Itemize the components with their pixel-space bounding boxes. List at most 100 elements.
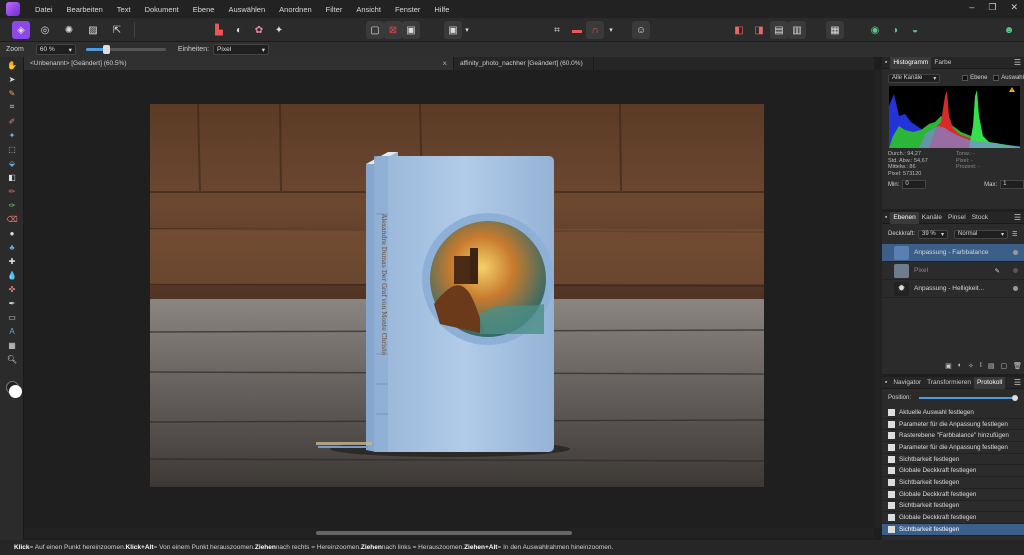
levels-icon[interactable]: ▙ (210, 21, 228, 39)
crop-tool-icon[interactable]: ⌗ (3, 101, 21, 113)
history-item[interactable]: Globale Deckkraft festlegen (882, 465, 1024, 478)
marquee-tool-icon[interactable]: ⬚ (3, 143, 21, 155)
blend-mode-select[interactable]: Normal ▾ (954, 229, 1009, 239)
photo-book-on-wood[interactable]: Alexandre Dumas Der Graf von Monte Chris… (150, 104, 764, 487)
panel-menu-icon[interactable]: ☰ (1014, 58, 1021, 67)
layer-checkbox[interactable] (962, 75, 969, 81)
history-item[interactable]: Parameter für die Anpassung festlegen (882, 442, 1024, 454)
panel-grip-icon[interactable]: ▪ (882, 212, 890, 224)
liquify-persona-icon[interactable]: ◎ (36, 21, 54, 39)
mesh-warp-tool-icon[interactable]: ▦ (3, 339, 21, 351)
menu-hilfe[interactable]: Hilfe (427, 5, 456, 14)
panel-grip-icon[interactable]: ▪ (882, 57, 890, 69)
color-replacement-tool-icon[interactable]: ✑ (3, 199, 21, 211)
tab-history[interactable]: Protokoll (973, 376, 1006, 389)
group-layer-icon[interactable]: ▤ (988, 362, 995, 372)
menu-fenster[interactable]: Fenster (388, 5, 427, 14)
maximize-button[interactable]: ❐ (988, 2, 996, 13)
curves-icon[interactable]: ◐ (230, 21, 248, 39)
selection-brush-tool-icon[interactable]: ✐ (3, 115, 21, 127)
color-wheel-icon[interactable]: ✿ (250, 21, 268, 39)
tab-navigator[interactable]: Navigator (890, 377, 924, 389)
blur-brush-tool-icon[interactable]: 💧 (3, 269, 21, 281)
tab-histogram[interactable]: Histogramm (890, 56, 932, 69)
menu-text[interactable]: Text (110, 5, 138, 14)
pen-tool-icon[interactable]: ✒ (3, 297, 21, 309)
document-canvas[interactable]: Alexandre Dumas Der Graf von Monte Chris… (24, 70, 874, 528)
menu-bearbeiten[interactable]: Bearbeiten (60, 5, 110, 14)
layer-row-pixel[interactable]: Pixel ✎ (882, 262, 1024, 280)
erase-brush-tool-icon[interactable]: ⌫ (3, 213, 21, 225)
boolean-add-icon[interactable]: ◉ (866, 21, 884, 39)
dodge-brush-tool-icon[interactable]: ● (3, 227, 21, 239)
user-account-icon[interactable]: ☻ (1000, 21, 1018, 39)
tab-document-2[interactable]: affinity_photo_nachher [Geändert] (60.0%… (454, 57, 594, 70)
history-item[interactable]: Rasterebene "Farbbalance" hinzufügen (882, 430, 1024, 443)
vertical-scrollbar[interactable] (874, 70, 882, 528)
add-layer-icon[interactable]: ▢ (1000, 362, 1007, 372)
tab-transform[interactable]: Transformieren (924, 377, 974, 389)
paint-brush-tool-icon[interactable]: ✏ (3, 185, 21, 197)
history-item[interactable]: Sichtbarkeit festlegen (882, 454, 1024, 466)
tab-stock[interactable]: Stock (969, 212, 991, 224)
hand-tool-icon[interactable]: ✋ (3, 59, 21, 71)
delete-layer-icon[interactable]: 🗑︎ (1013, 362, 1022, 372)
tab-channels[interactable]: Kanäle (919, 212, 945, 224)
guides-icon[interactable]: ▬ (568, 21, 586, 39)
rectangle-tool-icon[interactable]: ▭ (3, 311, 21, 323)
adjustment-layer-icon[interactable]: ◐ (958, 362, 962, 372)
gradient-tool-icon[interactable]: ◧ (3, 171, 21, 183)
layer-row-brightness[interactable]: ✹ Anpassung - Helligkeit... (882, 280, 1024, 298)
zoom-select[interactable]: 60 % ▾ (35, 44, 76, 55)
history-item[interactable]: Globale Deckkraft festlegen (882, 489, 1024, 501)
history-position-handle[interactable] (1012, 395, 1019, 401)
tone-mapping-persona-icon[interactable]: ▨ (84, 21, 102, 39)
selection-intersect-icon[interactable]: ▣ (402, 21, 420, 39)
history-item[interactable]: Parameter für die Anpassung festlegen (882, 419, 1024, 431)
panel-grip-icon[interactable]: ▪ (882, 377, 890, 389)
minimize-button[interactable]: – (969, 2, 974, 13)
snapping-icon[interactable]: ⌗ (548, 21, 566, 39)
arrange-back-icon[interactable]: ◧ (730, 21, 748, 39)
horizontal-scrollbar[interactable] (24, 528, 874, 538)
auto-contrast-icon[interactable]: ✦ (270, 21, 288, 39)
photo-persona-icon[interactable]: ◈ (12, 21, 30, 39)
assistant-icon[interactable]: ☺ (632, 21, 650, 39)
history-position-slider[interactable] (919, 395, 1019, 401)
text-tool-icon[interactable]: A (3, 325, 21, 337)
tab-color[interactable]: Farbe (931, 57, 954, 69)
menu-auswaehlen[interactable]: Auswählen (221, 5, 272, 14)
min-input[interactable]: 0 (902, 180, 927, 189)
zoom-tool-icon[interactable]: 🔍︎ (3, 353, 21, 365)
color-picker-tool-icon[interactable]: ✎ (3, 87, 21, 99)
zoom-slider-handle[interactable] (102, 45, 110, 54)
menu-datei[interactable]: Datei (28, 5, 60, 14)
menu-dokument[interactable]: Dokument (138, 5, 186, 14)
menu-ebene[interactable]: Ebene (186, 5, 222, 14)
menu-ansicht[interactable]: Ansicht (349, 5, 388, 14)
history-item-current[interactable]: Sichtbarkeit festlegen (882, 523, 1024, 536)
close-icon[interactable]: × (442, 59, 447, 68)
max-input[interactable]: 1 (1000, 180, 1024, 189)
history-item[interactable]: Sichtbarkeit festlegen (882, 501, 1024, 513)
arrange-forward-icon[interactable]: ◨ (750, 21, 768, 39)
units-select[interactable]: Pixel ▾ (213, 44, 270, 55)
quick-mask-dropdown-icon[interactable]: ▾ (458, 21, 476, 39)
healing-brush-tool-icon[interactable]: ✜ (3, 283, 21, 295)
history-item[interactable]: Sichtbarkeit festlegen (882, 477, 1024, 489)
transform-icon[interactable]: ▦ (826, 21, 844, 39)
menu-filter[interactable]: Filter (319, 5, 350, 14)
panel-menu-icon[interactable]: ☰ (1014, 213, 1021, 222)
layer-options-icon[interactable]: ☰ (1012, 231, 1017, 238)
boolean-subtract-icon[interactable]: ◑ (886, 21, 904, 39)
layer-row-color-balance[interactable]: Anpassung - Farbbalance (882, 244, 1024, 262)
panel-menu-icon[interactable]: ☰ (1014, 378, 1021, 387)
develop-persona-icon[interactable]: ✺ (60, 21, 78, 39)
close-window-button[interactable]: ✕ (1010, 2, 1018, 13)
visibility-icon[interactable] (1013, 268, 1018, 273)
boolean-intersect-icon[interactable]: ◒ (906, 21, 924, 39)
visibility-icon[interactable] (1013, 286, 1018, 291)
align-icon[interactable]: ▤ (770, 21, 788, 39)
visibility-icon[interactable] (1013, 250, 1018, 255)
flood-fill-tool-icon[interactable]: ⬙ (3, 157, 21, 169)
